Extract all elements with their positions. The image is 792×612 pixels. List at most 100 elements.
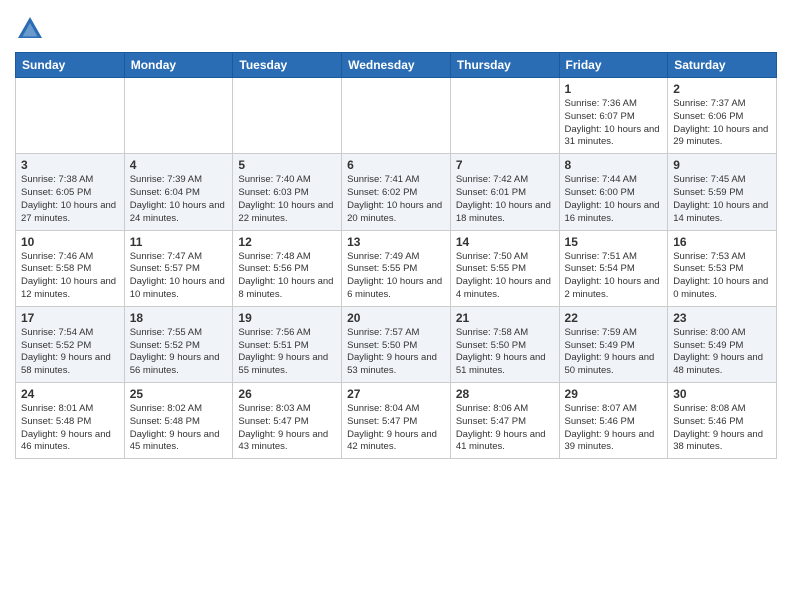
day-info: Sunrise: 7:46 AMSunset: 5:58 PMDaylight:… bbox=[21, 251, 119, 302]
day-cell: 13 Sunrise: 7:49 AMSunset: 5:55 PMDayligh… bbox=[342, 230, 451, 306]
day-cell: 1 Sunrise: 7:36 AMSunset: 6:07 PMDaylight… bbox=[559, 78, 668, 154]
day-info: Sunrise: 7:57 AMSunset: 5:50 PMDaylight:… bbox=[347, 327, 445, 378]
weekday-header-tuesday: Tuesday bbox=[233, 53, 342, 78]
day-info: Sunrise: 7:47 AMSunset: 5:57 PMDaylight:… bbox=[130, 251, 228, 302]
day-number: 9 bbox=[673, 158, 771, 172]
page: SundayMondayTuesdayWednesdayThursdayFrid… bbox=[0, 0, 792, 612]
day-info: Sunrise: 7:50 AMSunset: 5:55 PMDaylight:… bbox=[456, 251, 554, 302]
day-number: 1 bbox=[565, 82, 663, 96]
weekday-header-thursday: Thursday bbox=[450, 53, 559, 78]
day-number: 22 bbox=[565, 311, 663, 325]
day-number: 18 bbox=[130, 311, 228, 325]
day-number: 11 bbox=[130, 235, 228, 249]
day-number: 29 bbox=[565, 387, 663, 401]
day-cell: 25Sunrise: 8:02 AMSunset: 5:48 PMDayligh… bbox=[124, 383, 233, 459]
day-info: Sunrise: 7:51 AMSunset: 5:54 PMDaylight:… bbox=[565, 251, 663, 302]
logo bbox=[15, 14, 47, 44]
calendar-table: SundayMondayTuesdayWednesdayThursdayFrid… bbox=[15, 52, 777, 459]
day-cell bbox=[342, 78, 451, 154]
day-info: Sunrise: 7:39 AMSunset: 6:04 PMDaylight:… bbox=[130, 174, 228, 225]
day-number: 4 bbox=[130, 158, 228, 172]
week-row-5: 24 Sunrise: 8:01 AMSunset: 5:48 PMDayligh… bbox=[16, 383, 777, 459]
day-cell: 14 Sunrise: 7:50 AMSunset: 5:55 PMDayligh… bbox=[450, 230, 559, 306]
day-number: 12 bbox=[238, 235, 336, 249]
day-cell: 15 Sunrise: 7:51 AMSunset: 5:54 PMDayligh… bbox=[559, 230, 668, 306]
day-number: 24 bbox=[21, 387, 119, 401]
day-number: 14 bbox=[456, 235, 554, 249]
day-number: 27 bbox=[347, 387, 445, 401]
day-number: 28 bbox=[456, 387, 554, 401]
day-info: Sunrise: 7:42 AMSunset: 6:01 PMDaylight:… bbox=[456, 174, 554, 225]
day-number: 2 bbox=[673, 82, 771, 96]
weekday-header-sunday: Sunday bbox=[16, 53, 125, 78]
day-cell: 4 Sunrise: 7:39 AMSunset: 6:04 PMDaylight… bbox=[124, 154, 233, 230]
day-info: Sunrise: 7:54 AMSunset: 5:52 PMDaylight:… bbox=[21, 327, 119, 378]
week-row-1: 1 Sunrise: 7:36 AMSunset: 6:07 PMDaylight… bbox=[16, 78, 777, 154]
day-info: Sunrise: 7:44 AMSunset: 6:00 PMDaylight:… bbox=[565, 174, 663, 225]
day-cell: 30 Sunrise: 8:08 AMSunset: 5:46 PMDayligh… bbox=[668, 383, 777, 459]
day-info: Sunrise: 8:00 AMSunset: 5:49 PMDaylight:… bbox=[673, 327, 771, 378]
day-number: 5 bbox=[238, 158, 336, 172]
day-info: Sunrise: 7:41 AMSunset: 6:02 PMDaylight:… bbox=[347, 174, 445, 225]
week-row-4: 17 Sunrise: 7:54 AMSunset: 5:52 PMDayligh… bbox=[16, 306, 777, 382]
week-row-2: 3 Sunrise: 7:38 AMSunset: 6:05 PMDaylight… bbox=[16, 154, 777, 230]
day-number: 13 bbox=[347, 235, 445, 249]
day-cell: 2Sunrise: 7:37 AMSunset: 6:06 PMDaylight… bbox=[668, 78, 777, 154]
day-number: 8 bbox=[565, 158, 663, 172]
day-number: 7 bbox=[456, 158, 554, 172]
day-number: 17 bbox=[21, 311, 119, 325]
day-number: 10 bbox=[21, 235, 119, 249]
day-cell: 8 Sunrise: 7:44 AMSunset: 6:00 PMDaylight… bbox=[559, 154, 668, 230]
day-info: Sunrise: 7:53 AMSunset: 5:53 PMDaylight:… bbox=[673, 251, 771, 302]
day-cell: 16 Sunrise: 7:53 AMSunset: 5:53 PMDayligh… bbox=[668, 230, 777, 306]
day-number: 15 bbox=[565, 235, 663, 249]
day-info: Sunrise: 7:58 AMSunset: 5:50 PMDaylight:… bbox=[456, 327, 554, 378]
day-info: Sunrise: 8:02 AMSunset: 5:48 PMDaylight:… bbox=[130, 403, 228, 454]
day-number: 23 bbox=[673, 311, 771, 325]
day-cell: 12 Sunrise: 7:48 AMSunset: 5:56 PMDayligh… bbox=[233, 230, 342, 306]
header bbox=[15, 10, 777, 44]
day-number: 20 bbox=[347, 311, 445, 325]
day-info: Sunrise: 8:01 AMSunset: 5:48 PMDaylight:… bbox=[21, 403, 119, 454]
day-number: 6 bbox=[347, 158, 445, 172]
day-info: Sunrise: 8:04 AMSunset: 5:47 PMDaylight:… bbox=[347, 403, 445, 454]
day-info: Sunrise: 7:40 AMSunset: 6:03 PMDaylight:… bbox=[238, 174, 336, 225]
day-number: 21 bbox=[456, 311, 554, 325]
day-cell: 7 Sunrise: 7:42 AMSunset: 6:01 PMDaylight… bbox=[450, 154, 559, 230]
day-cell: 23 Sunrise: 8:00 AMSunset: 5:49 PMDayligh… bbox=[668, 306, 777, 382]
day-cell: 24 Sunrise: 8:01 AMSunset: 5:48 PMDayligh… bbox=[16, 383, 125, 459]
week-row-3: 10 Sunrise: 7:46 AMSunset: 5:58 PMDayligh… bbox=[16, 230, 777, 306]
day-info: Sunrise: 7:59 AMSunset: 5:49 PMDaylight:… bbox=[565, 327, 663, 378]
day-number: 16 bbox=[673, 235, 771, 249]
day-number: 26 bbox=[238, 387, 336, 401]
day-number: 3 bbox=[21, 158, 119, 172]
day-info: Sunrise: 7:45 AMSunset: 5:59 PMDaylight:… bbox=[673, 174, 771, 225]
day-number: 19 bbox=[238, 311, 336, 325]
day-info: Sunrise: 8:08 AMSunset: 5:46 PMDaylight:… bbox=[673, 403, 771, 454]
day-cell bbox=[124, 78, 233, 154]
day-cell: 3 Sunrise: 7:38 AMSunset: 6:05 PMDaylight… bbox=[16, 154, 125, 230]
day-cell: 11 Sunrise: 7:47 AMSunset: 5:57 PMDayligh… bbox=[124, 230, 233, 306]
logo-icon bbox=[15, 14, 45, 44]
day-number: 30 bbox=[673, 387, 771, 401]
day-info: Sunrise: 8:03 AMSunset: 5:47 PMDaylight:… bbox=[238, 403, 336, 454]
day-cell: 19Sunrise: 7:56 AMSunset: 5:51 PMDayligh… bbox=[233, 306, 342, 382]
day-cell bbox=[233, 78, 342, 154]
day-cell: 17 Sunrise: 7:54 AMSunset: 5:52 PMDayligh… bbox=[16, 306, 125, 382]
day-info: Sunrise: 7:48 AMSunset: 5:56 PMDaylight:… bbox=[238, 251, 336, 302]
day-cell: 9 Sunrise: 7:45 AMSunset: 5:59 PMDaylight… bbox=[668, 154, 777, 230]
day-info: Sunrise: 8:07 AMSunset: 5:46 PMDaylight:… bbox=[565, 403, 663, 454]
day-cell: 27 Sunrise: 8:04 AMSunset: 5:47 PMDayligh… bbox=[342, 383, 451, 459]
day-info: Sunrise: 7:36 AMSunset: 6:07 PMDaylight:… bbox=[565, 98, 663, 149]
day-info: Sunrise: 7:38 AMSunset: 6:05 PMDaylight:… bbox=[21, 174, 119, 225]
day-cell: 29 Sunrise: 8:07 AMSunset: 5:46 PMDayligh… bbox=[559, 383, 668, 459]
weekday-header-friday: Friday bbox=[559, 53, 668, 78]
day-cell: 21 Sunrise: 7:58 AMSunset: 5:50 PMDayligh… bbox=[450, 306, 559, 382]
weekday-header-saturday: Saturday bbox=[668, 53, 777, 78]
day-cell: 26 Sunrise: 8:03 AMSunset: 5:47 PMDayligh… bbox=[233, 383, 342, 459]
day-cell: 6 Sunrise: 7:41 AMSunset: 6:02 PMDaylight… bbox=[342, 154, 451, 230]
day-cell: 20 Sunrise: 7:57 AMSunset: 5:50 PMDayligh… bbox=[342, 306, 451, 382]
day-cell: 18Sunrise: 7:55 AMSunset: 5:52 PMDayligh… bbox=[124, 306, 233, 382]
day-cell: 28Sunrise: 8:06 AMSunset: 5:47 PMDayligh… bbox=[450, 383, 559, 459]
day-info: Sunrise: 7:49 AMSunset: 5:55 PMDaylight:… bbox=[347, 251, 445, 302]
